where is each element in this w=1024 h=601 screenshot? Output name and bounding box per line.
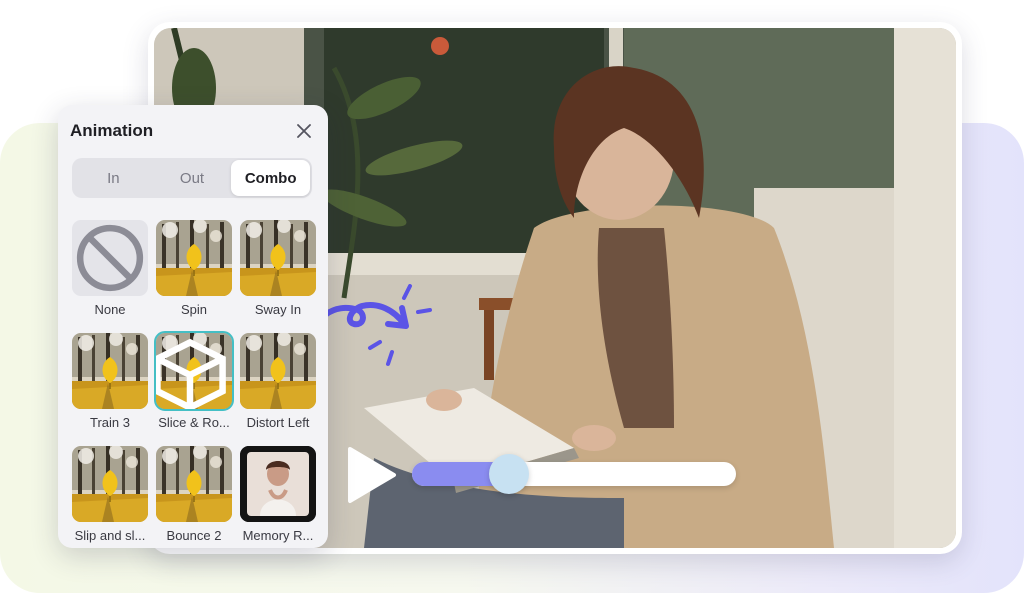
tree-leaf-image	[240, 220, 316, 296]
tree-leaf-image	[240, 333, 316, 409]
animation-thumb	[240, 220, 316, 296]
animation-label: Distort Left	[246, 415, 310, 430]
animation-label: Bounce 2	[166, 528, 222, 543]
none-icon	[76, 224, 144, 292]
animation-label: Memory R...	[242, 528, 314, 543]
animation-thumb	[156, 446, 232, 522]
animation-thumb	[156, 220, 232, 296]
animation-item-slice-and-rotate[interactable]: Slice & Ro...	[154, 331, 234, 430]
cube-icon	[156, 338, 226, 409]
panel-title: Animation	[70, 121, 154, 140]
animation-label: Slip and sl...	[74, 528, 146, 543]
animation-label: Spin	[180, 302, 208, 317]
animation-thumb	[240, 333, 316, 409]
animation-thumb	[72, 220, 148, 296]
animation-thumb	[240, 446, 316, 522]
animation-item-memory-reel[interactable]: Memory R...	[240, 446, 316, 543]
play-button[interactable]	[340, 440, 404, 510]
video-progress-bar[interactable]	[412, 454, 736, 494]
close-button[interactable]	[292, 119, 316, 143]
animation-item-spin[interactable]: Spin	[156, 220, 232, 317]
close-icon	[297, 124, 311, 138]
animation-tabs: In Out Combo	[72, 158, 312, 198]
animation-grid: None Spin Sway In Train 3 Slice & Ro... …	[72, 220, 318, 543]
tree-leaf-image	[72, 333, 148, 409]
animation-thumb	[72, 446, 148, 522]
animation-thumb-selected	[154, 331, 234, 411]
progress-knob[interactable]	[489, 454, 530, 494]
tree-leaf-image	[72, 446, 148, 522]
animation-label: None	[94, 302, 126, 317]
animation-item-slip-and-slide[interactable]: Slip and sl...	[72, 446, 148, 543]
animation-label: Sway In	[254, 302, 302, 317]
animation-item-train-3[interactable]: Train 3	[72, 333, 148, 430]
tab-combo[interactable]: Combo	[231, 160, 311, 196]
animation-item-sway-in[interactable]: Sway In	[240, 220, 316, 317]
animation-item-none[interactable]: None	[72, 220, 148, 317]
play-icon	[348, 447, 396, 503]
photo-portrait-image	[240, 446, 316, 522]
animation-item-distort-left[interactable]: Distort Left	[240, 333, 316, 430]
animation-item-bounce-2[interactable]: Bounce 2	[156, 446, 232, 543]
tab-in[interactable]: In	[74, 160, 153, 196]
tab-out[interactable]: Out	[153, 160, 232, 196]
animation-label: Train 3	[90, 415, 130, 430]
animation-panel: Animation In Out Combo None Spin Sway In…	[58, 105, 328, 548]
animation-label: Slice & Ro...	[158, 415, 230, 430]
animation-thumb	[72, 333, 148, 409]
promo-stage: Animation In Out Combo None Spin Sway In…	[0, 0, 1024, 601]
tree-leaf-image	[156, 446, 232, 522]
tree-leaf-image	[156, 220, 232, 296]
panel-header: Animation	[70, 119, 316, 143]
